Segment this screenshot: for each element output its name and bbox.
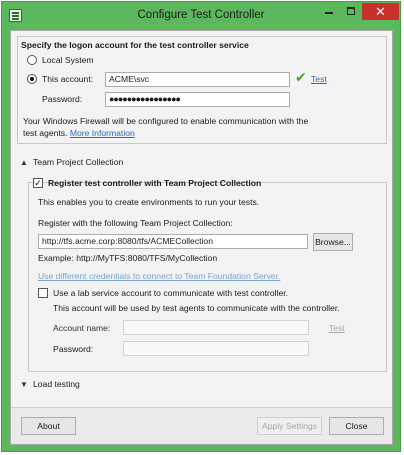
this-account-label[interactable]: This account: <box>42 74 93 84</box>
account-name-field[interactable] <box>123 320 309 335</box>
close-icon: ✕ <box>375 4 386 19</box>
account-field[interactable]: ACME\svc <box>105 72 290 87</box>
load-testing-section-header[interactable]: Load testing <box>33 379 80 389</box>
lab-service-note: This account will be used by test agents… <box>53 303 340 313</box>
different-credentials-link[interactable]: Use different credentials to connect to … <box>38 271 280 281</box>
test-success-checkmark-icon: ✔ <box>295 69 307 85</box>
dialog-footer: About Apply Settings Close <box>11 407 392 444</box>
tpc-url-field[interactable]: http://tfs.acme.corp:8080/tfs/ACMECollec… <box>38 234 308 249</box>
local-system-label[interactable]: Local System <box>42 55 94 65</box>
this-account-radio[interactable] <box>27 74 37 84</box>
lab-test-link[interactable]: Test <box>329 323 345 333</box>
dialog-client-area: Specify the logon account for the test c… <box>10 30 393 445</box>
configure-test-controller-window: Configure Test Controller ✕ Specify the … <box>1 1 401 452</box>
logon-heading: Specify the logon account for the test c… <box>21 40 249 50</box>
enables-text: This enables you to create environments … <box>38 197 260 207</box>
browse-button[interactable]: Browse... <box>313 233 353 251</box>
maximize-button[interactable] <box>340 3 362 20</box>
register-tpc-label[interactable]: Register test controller with Team Proje… <box>48 178 261 188</box>
password-field[interactable]: ●●●●●●●●●●●●●●●● <box>105 92 290 107</box>
about-button[interactable]: About <box>21 417 76 435</box>
local-system-radio[interactable] <box>27 55 37 65</box>
register-tpc-checkbox[interactable]: ✓ <box>33 178 43 188</box>
close-button[interactable]: Close <box>329 417 384 435</box>
lab-password-label: Password: <box>53 344 94 354</box>
minimize-button[interactable] <box>318 3 340 20</box>
tpc-collapse-chevron-icon[interactable]: ▲ <box>20 158 28 167</box>
logon-test-link[interactable]: Test <box>311 74 327 84</box>
account-name-label: Account name: <box>53 323 111 333</box>
apply-settings-button[interactable]: Apply Settings <box>257 417 322 435</box>
more-information-link[interactable]: More Information <box>70 128 135 138</box>
firewall-text-line2: test agents. More Information <box>23 128 135 138</box>
lab-service-label[interactable]: Use a lab service account to communicate… <box>53 288 288 298</box>
lab-service-checkbox[interactable] <box>38 288 48 298</box>
maximize-icon <box>347 7 355 15</box>
lab-password-field[interactable] <box>123 341 309 356</box>
firewall-text: Your Windows Firewall will be configured… <box>23 116 309 126</box>
minimize-icon <box>325 12 333 14</box>
firewall-text-end: test agents. <box>23 128 68 138</box>
tpc-section-header[interactable]: Team Project Collection <box>33 157 123 167</box>
register-with-label: Register with the following Team Project… <box>38 218 233 228</box>
example-text: Example: http://MyTFS:8080/TFS/MyCollect… <box>38 253 218 263</box>
title-bar[interactable]: Configure Test Controller ✕ <box>2 2 400 30</box>
password-label: Password: <box>42 94 83 104</box>
load-testing-expand-chevron-icon[interactable]: ▼ <box>20 380 28 389</box>
close-window-button[interactable]: ✕ <box>362 3 399 20</box>
